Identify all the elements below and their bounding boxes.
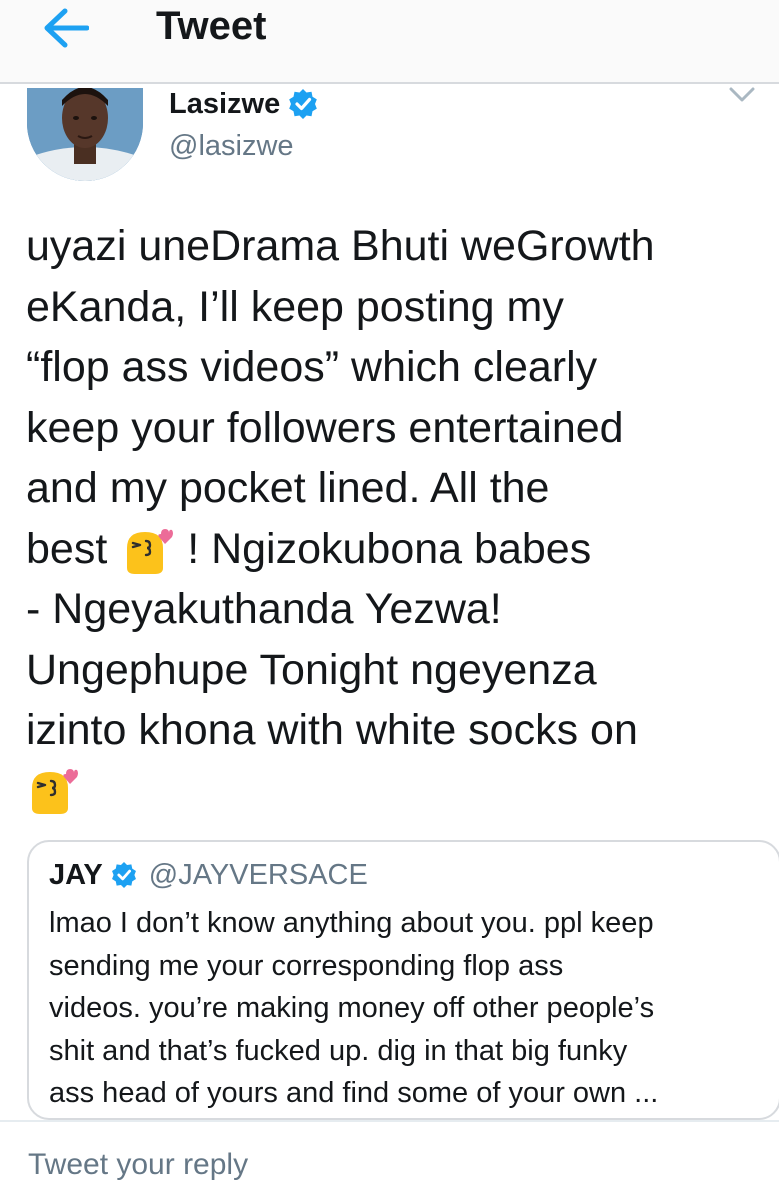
author-handle[interactable]: @lasizwe (169, 130, 294, 163)
tweet-detail-screen: Tweet Lasizwe @lasizwe uyazi uneDrama Bh… (0, 0, 779, 1200)
author-name: Lasizwe (169, 87, 281, 120)
page-title: Tweet (156, 4, 267, 48)
top-app-bar: Tweet (0, 0, 779, 84)
tweet-line: “flop ass videos” which clearly (26, 343, 598, 391)
tweet-line: keep your followers entertained (26, 403, 624, 452)
tweet-line-with-emoji: best ! Ngizokubona babes (26, 519, 766, 580)
avatar-image (27, 88, 143, 181)
quoted-tweet-header: JAY @JAYVERSACE (49, 858, 368, 892)
verified-badge-icon (111, 862, 136, 888)
author-avatar[interactable] (27, 88, 143, 181)
author-name-row[interactable]: Lasizwe (169, 84, 318, 124)
quoted-author-name: JAY (49, 858, 103, 891)
reply-composer[interactable]: Tweet your reply (0, 1120, 779, 1200)
tweet-line: eKanda, I’ll keep posting my (26, 282, 564, 331)
quoted-tweet-card[interactable]: JAY @JAYVERSACE lmao I don’t know anythi… (27, 840, 779, 1120)
quoted-tweet-line: shit and that’s fucked up. dig in that b… (49, 1034, 628, 1067)
chevron-down-icon[interactable] (729, 86, 755, 104)
quoted-tweet-line: sending me your corresponding flop ass (49, 949, 564, 982)
arrow-left-icon (44, 8, 89, 48)
kissing-face-emoji-icon (127, 529, 174, 575)
quoted-tweet-line: lmao I don’t know anything about you. pp… (49, 907, 654, 939)
tweet-line-emoji (26, 761, 766, 822)
back-button[interactable] (34, 2, 98, 54)
tweet-text: uyazi uneDrama Bhuti weGrowth eKanda, I’… (26, 216, 766, 821)
tweet-line: uyazi uneDrama Bhuti weGrowth (26, 222, 655, 270)
quoted-author-handle: @JAYVERSACE (148, 858, 368, 891)
quoted-tweet-text: lmao I don’t know anything about you. pp… (49, 902, 769, 1115)
tweet-line: izinto khona with white socks on (26, 706, 638, 754)
tweet-line: and my pocket lined. All the (26, 464, 550, 512)
tweet-line-text: best (26, 524, 108, 573)
kissing-face-emoji-icon (32, 768, 78, 814)
quoted-tweet-line: ass head of yours and find some of your … (49, 1077, 659, 1109)
reply-input[interactable]: Tweet your reply (28, 1148, 248, 1182)
verified-badge-icon (289, 89, 318, 119)
tweet-line: - Ngeyakuthanda Yezwa! (26, 585, 502, 633)
quoted-tweet-line: videos. you’re making money off other pe… (49, 992, 655, 1024)
tweet-line: Ungephupe Tonight ngeyenza (26, 645, 597, 694)
tweet-line-text: ! Ngizokubona babes (187, 524, 592, 573)
